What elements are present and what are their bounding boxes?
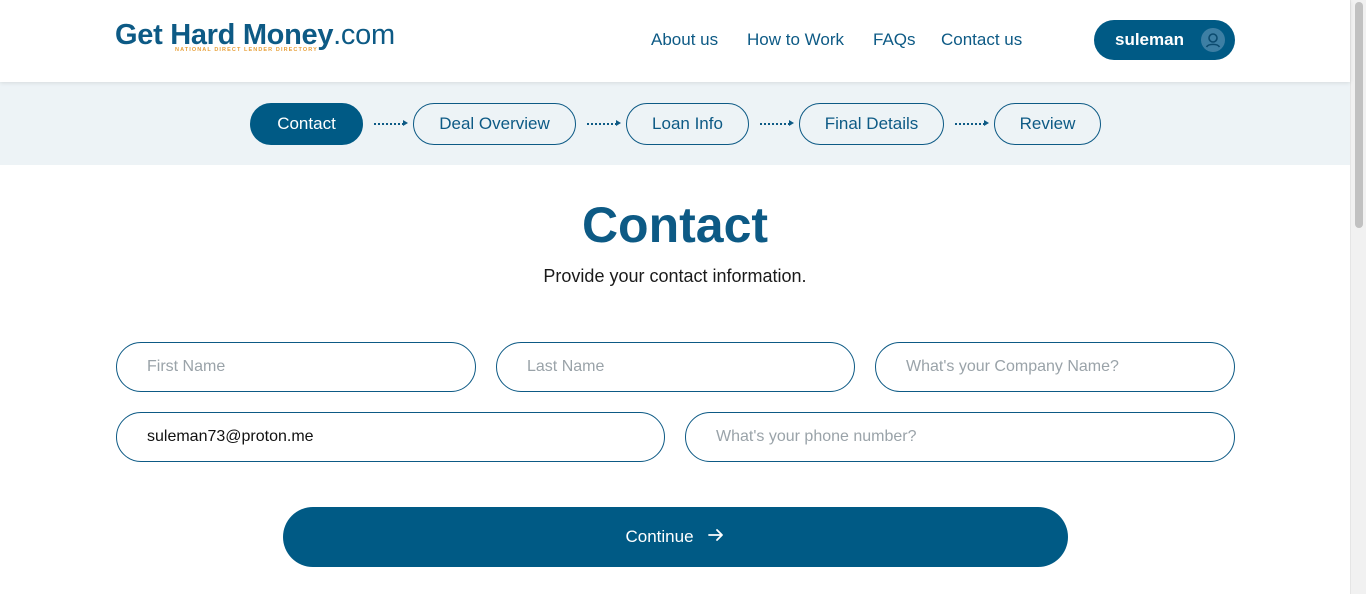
scrollbar-thumb[interactable] [1355, 2, 1363, 228]
phone-input[interactable] [685, 412, 1235, 462]
user-menu-button[interactable]: suleman [1094, 20, 1235, 60]
step-contact[interactable]: Contact [250, 103, 363, 145]
arrow-right-icon [706, 525, 726, 550]
nav-contact-us[interactable]: Contact us [941, 30, 1022, 50]
step-arrow-icon [587, 120, 621, 126]
step-loan-info[interactable]: Loan Info [626, 103, 749, 145]
page-subtitle: Provide your contact information. [543, 266, 807, 286]
page-title: Contact [581, 197, 769, 253]
continue-label: Continue [625, 527, 694, 546]
site-header: Get Hard Money.com NATIONAL DIRECT LENDE… [0, 0, 1350, 82]
first-name-input[interactable] [116, 342, 476, 392]
continue-button[interactable]: Continue [283, 507, 1068, 567]
step-arrow-icon [374, 120, 408, 126]
page: Get Hard Money.com NATIONAL DIRECT LENDE… [0, 0, 1366, 594]
page-scrollbar[interactable] [1350, 0, 1366, 594]
nav-how-to-work[interactable]: How to Work [747, 30, 844, 50]
step-arrow-icon [955, 120, 989, 126]
step-deal-overview[interactable]: Deal Overview [413, 103, 576, 145]
user-avatar-icon [1201, 28, 1225, 52]
step-final-details[interactable]: Final Details [799, 103, 944, 145]
email-input[interactable] [116, 412, 665, 462]
step-arrow-icon [760, 120, 794, 126]
step-review[interactable]: Review [994, 103, 1101, 145]
nav-about-us[interactable]: About us [651, 30, 718, 50]
logo-suffix: .com [333, 19, 395, 51]
progress-stepper: Contact Deal Overview Loan Info Final De… [0, 82, 1350, 165]
user-name: suleman [1115, 30, 1184, 49]
site-logo[interactable]: Get Hard Money.com NATIONAL DIRECT LENDE… [115, 18, 395, 58]
company-name-input[interactable] [875, 342, 1235, 392]
nav-faqs[interactable]: FAQs [873, 30, 916, 50]
last-name-input[interactable] [496, 342, 855, 392]
logo-tagline: NATIONAL DIRECT LENDER DIRECTORY [175, 47, 318, 53]
